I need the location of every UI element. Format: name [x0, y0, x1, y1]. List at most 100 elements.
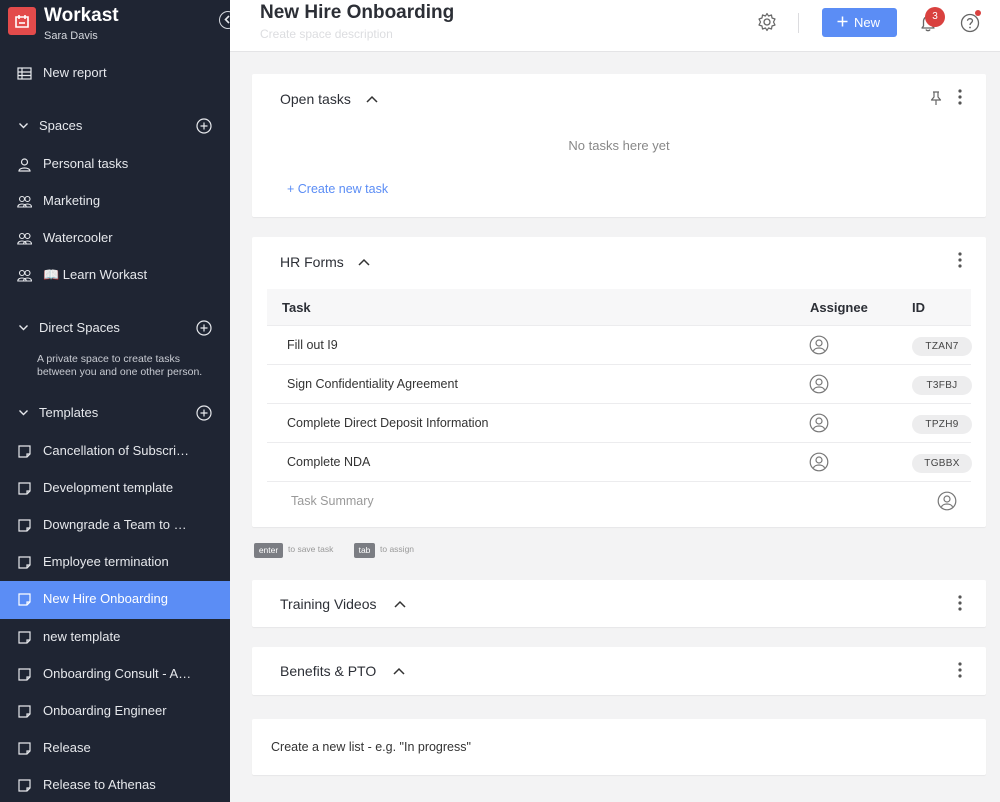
chevron-down-icon — [19, 123, 28, 129]
assignee-avatar-icon[interactable] — [809, 413, 829, 433]
note-icon — [18, 705, 31, 718]
note-icon — [18, 593, 31, 606]
sidebar-item-label: Watercooler — [43, 230, 113, 245]
note-icon — [18, 668, 31, 681]
new-list-card[interactable]: Create a new list - e.g. "In progress" — [252, 719, 986, 775]
task-name[interactable]: Sign Confidentiality Agreement — [287, 377, 458, 391]
pin-icon[interactable] — [928, 90, 944, 106]
sidebar-item-watercooler[interactable]: Watercooler — [0, 220, 230, 256]
add-direct-space-icon[interactable] — [196, 320, 212, 336]
sidebar: Workast Sara Davis New report Spaces Per… — [0, 0, 230, 802]
list-card-hr-forms: HR Forms Task Assignee ID Fill out I9 TZ… — [252, 237, 986, 527]
chevron-down-icon — [19, 325, 28, 331]
table-row[interactable]: Complete NDA TGBBX — [267, 443, 972, 482]
table-row[interactable]: Fill out I9 TZAN7 — [267, 326, 972, 365]
header: New Hire Onboarding Create space descrip… — [230, 0, 1000, 52]
sidebar-item-template[interactable]: Onboarding Engineer — [0, 693, 230, 729]
sidebar-item-template[interactable]: Onboarding Consult - Admin — [0, 656, 230, 692]
sidebar-item-label: Marketing — [43, 193, 101, 208]
list-title[interactable]: Open tasks — [280, 91, 351, 107]
collapse-sidebar-icon[interactable] — [219, 11, 230, 29]
sidebar-item-label: Cancellation of Subscription — [43, 443, 193, 458]
sidebar-item-template[interactable]: Development template — [0, 470, 230, 506]
column-header-task[interactable]: Task — [282, 300, 311, 315]
list-title[interactable]: Benefits & PTO — [280, 663, 376, 679]
section-label: Direct Spaces — [39, 320, 120, 335]
section-spaces[interactable]: Spaces — [0, 108, 230, 144]
section-label: Spaces — [39, 118, 83, 133]
sidebar-item-label: Employee termination — [43, 554, 169, 569]
section-label: Templates — [39, 405, 99, 420]
sidebar-item-label: New Hire Onboarding — [43, 591, 169, 606]
brand: Workast Sara Davis — [0, 0, 230, 50]
more-options-icon[interactable] — [958, 89, 962, 105]
help-icon[interactable] — [960, 13, 980, 33]
table-icon — [17, 67, 32, 80]
list-card-open-tasks: Open tasks No tasks here yet + Create ne… — [252, 74, 986, 217]
more-options-icon[interactable] — [958, 252, 962, 268]
user-icon — [18, 158, 31, 172]
sidebar-item-label: New report — [43, 65, 107, 80]
list-card-training-videos: Training Videos — [252, 580, 986, 627]
task-summary-input[interactable]: Task Summary — [291, 494, 374, 508]
gear-icon[interactable] — [757, 12, 777, 32]
sidebar-item-template[interactable]: Downgrade a Team to Free — [0, 507, 230, 543]
sidebar-item-personal-tasks[interactable]: Personal tasks — [0, 146, 230, 182]
workast-logo-icon[interactable] — [8, 7, 36, 35]
assign-user-icon[interactable] — [937, 491, 957, 511]
chevron-up-icon[interactable] — [393, 667, 405, 675]
task-name[interactable]: Fill out I9 — [287, 338, 338, 352]
help-indicator-dot — [975, 10, 981, 16]
sidebar-item-label: Release to Athenas — [43, 777, 156, 792]
assignee-avatar-icon[interactable] — [809, 335, 829, 355]
new-task-row[interactable]: Task Summary — [267, 480, 971, 522]
more-options-icon[interactable] — [958, 595, 962, 611]
sidebar-item-label: new template — [43, 629, 121, 644]
more-options-icon[interactable] — [958, 662, 962, 678]
add-space-icon[interactable] — [196, 118, 212, 134]
task-id-tag[interactable]: TPZH9 — [912, 415, 972, 434]
column-header-id[interactable]: ID — [912, 300, 925, 315]
task-id-tag[interactable]: TZAN7 — [912, 337, 972, 356]
notification-badge: 3 — [925, 7, 945, 27]
sidebar-item-template[interactable]: Cancellation of Subscription — [0, 433, 230, 469]
new-button[interactable]: New — [822, 8, 897, 37]
list-title[interactable]: HR Forms — [280, 254, 344, 270]
sidebar-item-new-report[interactable]: New report — [0, 55, 230, 91]
assignee-avatar-icon[interactable] — [809, 374, 829, 394]
add-template-icon[interactable] — [196, 405, 212, 421]
sidebar-item-template[interactable]: Release to Athenas — [0, 767, 230, 802]
task-id-tag[interactable]: TGBBX — [912, 454, 972, 473]
assignee-avatar-icon[interactable] — [809, 452, 829, 472]
sidebar-item-template[interactable]: new template — [0, 619, 230, 655]
section-direct-spaces[interactable]: Direct Spaces — [0, 310, 230, 346]
sidebar-item-learn-workast[interactable]: 📖 Learn Workast — [0, 257, 230, 293]
new-list-input[interactable]: Create a new list - e.g. "In progress" — [271, 740, 471, 754]
sidebar-item-label: Release — [43, 740, 91, 755]
create-task-link[interactable]: + Create new task — [287, 182, 388, 196]
user-name: Sara Davis — [44, 30, 98, 42]
table-row[interactable]: Complete Direct Deposit Information TPZH… — [267, 404, 972, 443]
sidebar-item-template-active[interactable]: New Hire Onboarding — [0, 581, 230, 619]
table-row[interactable]: Sign Confidentiality Agreement T3FBJ — [267, 365, 972, 404]
chevron-up-icon[interactable] — [394, 600, 406, 608]
space-description-field[interactable]: Create space description — [260, 27, 393, 41]
task-name[interactable]: Complete Direct Deposit Information — [287, 416, 488, 430]
sidebar-item-marketing[interactable]: Marketing — [0, 183, 230, 219]
sidebar-item-template[interactable]: Release — [0, 730, 230, 766]
note-icon — [18, 445, 31, 458]
enter-hint-text: to save task — [288, 544, 334, 554]
new-button-label: New — [854, 15, 881, 30]
sidebar-item-label: Downgrade a Team to Free — [43, 517, 193, 532]
header-divider — [798, 13, 799, 33]
chevron-up-icon[interactable] — [358, 258, 370, 266]
note-icon — [18, 742, 31, 755]
column-header-assignee[interactable]: Assignee — [810, 300, 868, 315]
page-title[interactable]: New Hire Onboarding — [260, 2, 454, 24]
section-templates[interactable]: Templates — [0, 395, 230, 431]
task-id-tag[interactable]: T3FBJ — [912, 376, 972, 395]
chevron-up-icon[interactable] — [366, 95, 378, 103]
sidebar-item-template[interactable]: Employee termination — [0, 544, 230, 580]
list-title[interactable]: Training Videos — [280, 596, 377, 612]
task-name[interactable]: Complete NDA — [287, 455, 370, 469]
